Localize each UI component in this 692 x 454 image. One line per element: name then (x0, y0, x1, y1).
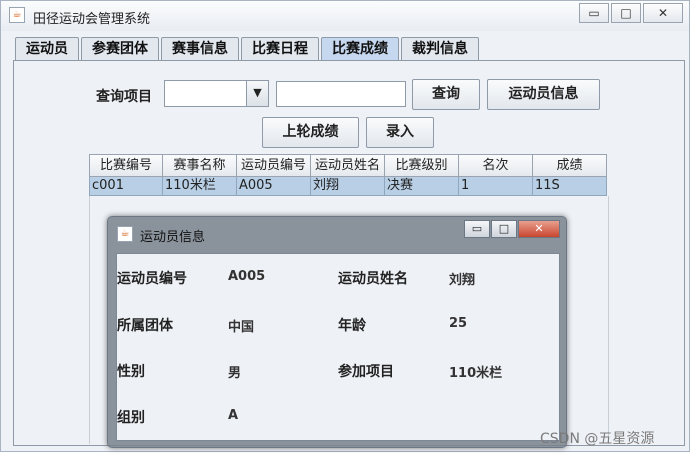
table-cell: A005 (237, 177, 311, 196)
tab-schedule[interactable]: 比赛日程 (241, 37, 319, 60)
athlete-name-label: 运动员姓名 (338, 271, 408, 287)
table-cell: 11S (533, 177, 607, 196)
athlete-name-value: 刘翔 (449, 273, 476, 288)
event-label: 参加项目 (338, 364, 394, 380)
window-title: 田径运动会管理系统 (33, 12, 151, 27)
watermark: CSDN @五星资源 (540, 431, 655, 447)
dialog-maximize-button[interactable]: □ (491, 220, 517, 238)
column-header[interactable]: 成绩 (533, 154, 607, 177)
results-table: 比赛编号 赛事名称 运动员编号 运动员姓名 比赛级别 名次 成绩 c001 11… (89, 154, 607, 196)
dialog-close-button[interactable]: ✕ (518, 220, 560, 238)
minimize-button[interactable]: ▭ (579, 3, 609, 23)
query-text-input[interactable] (276, 81, 406, 107)
dialog-controls: ▭ □ ✕ (463, 220, 560, 238)
column-header[interactable]: 比赛编号 (89, 154, 163, 177)
dialog-title: 运动员信息 (140, 230, 206, 245)
close-icon: ✕ (657, 6, 669, 20)
column-header[interactable]: 赛事名称 (163, 154, 237, 177)
tab-event-info[interactable]: 赛事信息 (161, 37, 239, 60)
tab-bar: 运动员 参赛团体 赛事信息 比赛日程 比赛成绩 裁判信息 (15, 37, 481, 61)
athlete-id-label: 运动员编号 (117, 271, 187, 287)
tab-teams[interactable]: 参赛团体 (81, 37, 159, 60)
java-cup-icon: ☕ (117, 226, 133, 242)
gender-value: 男 (228, 366, 242, 381)
close-button[interactable]: ✕ (643, 3, 683, 23)
table-cell: 决赛 (385, 177, 459, 196)
tab-referees[interactable]: 裁判信息 (401, 37, 479, 60)
tab-results[interactable]: 比赛成绩 (321, 37, 399, 60)
table-row[interactable]: c001 110米栏 A005 刘翔 决赛 1 11S (89, 177, 607, 196)
athlete-info-button[interactable]: 运动员信息 (487, 79, 600, 110)
table-cell: c001 (89, 177, 163, 196)
athlete-id-value: A005 (228, 269, 266, 284)
team-label: 所属团体 (117, 318, 173, 334)
tab-athletes[interactable]: 运动员 (15, 37, 79, 60)
team-value: 中国 (228, 320, 255, 335)
combo-dropdown-button[interactable]: ▼ (246, 81, 268, 106)
enter-button[interactable]: 录入 (366, 117, 434, 148)
age-label: 年龄 (338, 318, 366, 334)
table-cell: 1 (459, 177, 533, 196)
event-value: 110米栏 (449, 366, 503, 381)
column-header[interactable]: 比赛级别 (385, 154, 459, 177)
chevron-down-icon: ▼ (253, 86, 262, 99)
java-cup-icon: ☕ (9, 7, 25, 23)
maximize-icon: □ (620, 6, 632, 20)
dialog-body: 运动员编号 A005 运动员姓名 刘翔 所属团体 中国 年龄 25 性别 男 参… (116, 253, 560, 441)
prev-round-results-button[interactable]: 上轮成绩 (262, 117, 359, 148)
group-value: A (228, 408, 239, 423)
dialog-title-bar[interactable]: ☕ 运动员信息 ▭ □ ✕ (108, 217, 566, 249)
column-header[interactable]: 运动员姓名 (311, 154, 385, 177)
maximize-button[interactable]: □ (611, 3, 641, 23)
gender-label: 性别 (117, 364, 145, 380)
query-item-label: 查询项目 (96, 89, 152, 105)
maximize-icon: □ (498, 222, 510, 235)
athlete-info-dialog: ☕ 运动员信息 ▭ □ ✕ 运动员编号 A005 运动员姓名 刘翔 所属团体 中… (107, 216, 567, 448)
table-header: 比赛编号 赛事名称 运动员编号 运动员姓名 比赛级别 名次 成绩 (89, 154, 607, 177)
query-item-combo[interactable]: ▼ (164, 80, 269, 107)
minimize-icon: ▭ (588, 6, 600, 20)
table-cell: 110米栏 (163, 177, 237, 196)
minimize-icon: ▭ (471, 222, 483, 235)
age-value: 25 (449, 316, 468, 331)
title-bar[interactable]: ☕ 田径运动会管理系统 ▭ □ ✕ (1, 1, 689, 31)
close-icon: ✕ (534, 222, 544, 235)
table-cell: 刘翔 (311, 177, 385, 196)
query-button[interactable]: 查询 (412, 79, 480, 110)
column-header[interactable]: 运动员编号 (237, 154, 311, 177)
dialog-minimize-button[interactable]: ▭ (464, 220, 490, 238)
group-label: 组别 (117, 410, 145, 426)
window-controls: ▭ □ ✕ (577, 3, 683, 23)
column-header[interactable]: 名次 (459, 154, 533, 177)
